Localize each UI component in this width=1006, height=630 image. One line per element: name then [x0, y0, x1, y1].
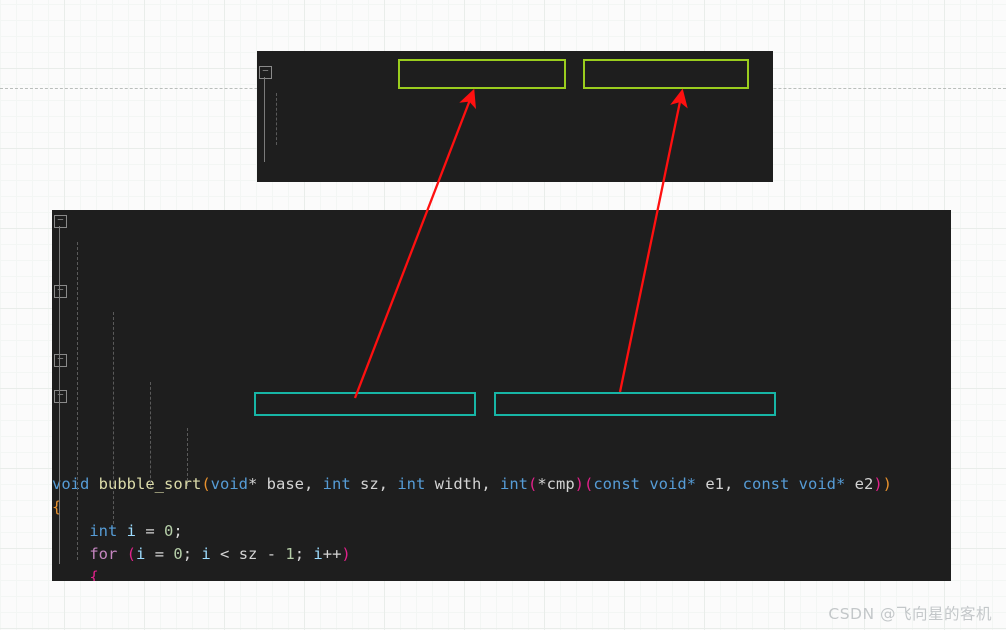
annotation-arrow-layer [353, 88, 688, 399]
csdn-watermark: CSDN @飞向星的客机 [828, 605, 992, 623]
arrow-arg2-to-e2 [618, 88, 688, 393]
arrow-arg1-to-e1 [353, 88, 476, 399]
